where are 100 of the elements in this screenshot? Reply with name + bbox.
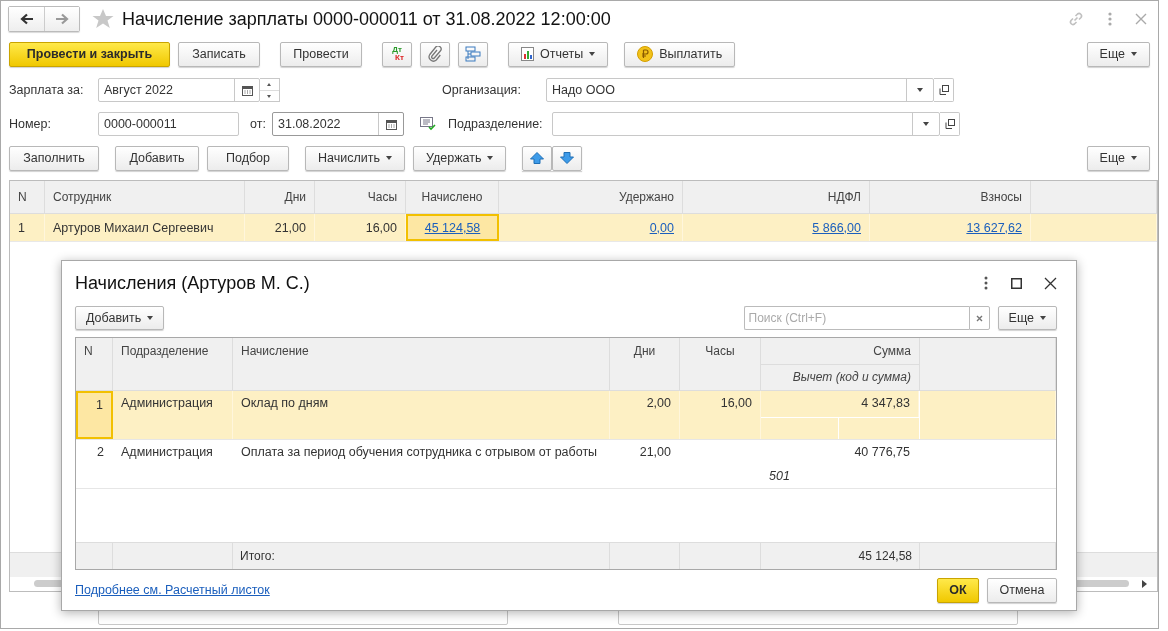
table-cell: Оклад по дням [241,396,329,410]
total-value: 45 124,58 [858,549,912,563]
period-field[interactable]: Август 2022 [98,78,260,102]
field-label: от: [250,117,267,131]
caret-icon [1040,316,1046,320]
clear-button[interactable] [968,306,990,330]
column-header[interactable]: Начисление [233,338,610,390]
column-header[interactable]: Часы [680,338,761,390]
column-header[interactable]: Сотрудник [45,181,245,213]
table-row[interactable]: 2 Администрация Оплата за период обучения сотрудника с отрывом от работы 21,00 40 776,75 501 [76,440,1056,489]
back-arrow-icon [19,13,34,25]
debit-credit-button[interactable]: Дт Кт [382,41,412,67]
down-arrow-icon [560,152,575,164]
amount-link[interactable]: 13 627,62 [966,220,1022,235]
field-label: Номер: [8,117,52,131]
column-header[interactable]: Дни [610,338,680,390]
table-cell: 21,00 [274,220,306,235]
move-down-button[interactable] [552,145,583,171]
coin-icon [637,46,654,62]
forward-arrow-icon [55,13,69,25]
column-header[interactable]: Дни [245,181,315,213]
column-header[interactable]: N [76,338,113,390]
field-label: Организация: [442,83,522,97]
table-cell: Администрация [121,396,213,410]
pick-button[interactable]: Подбор [207,145,289,171]
table-cell: 1 [96,398,103,412]
up-arrow-icon [530,152,545,164]
post-and-close-button[interactable]: Провести и закрыть [9,41,170,67]
more-button[interactable]: Еще [1086,145,1150,171]
column-header[interactable]: Вычет (код и сумма) [761,363,919,390]
table-cell: Администрация [121,445,213,459]
add-button[interactable]: Добавить [75,306,165,330]
move-up-button[interactable] [522,145,553,171]
document-check-icon[interactable] [420,117,436,131]
table-cell: Оплата за период обучения сотрудника с отрывом от работы [241,445,598,459]
window-title: Начисление зарплаты 0000-000011 от 31.08.2022 12:00:00 [122,8,611,30]
column-header[interactable]: N [10,181,45,213]
dialog-title: Начисления (Артуров М. С.) [75,272,310,294]
field-label: Подразделение: [448,117,544,131]
table-cell: 2 [97,445,104,459]
column-header[interactable]: Взносы [870,181,1031,213]
attach-button[interactable] [420,41,450,67]
table-cell: 16,00 [720,396,752,410]
withhold-button[interactable]: Удержать [412,145,507,171]
table-cell: 21,00 [639,445,671,459]
payslip-link[interactable]: Подробнее см. Расчетный листок [75,583,270,597]
add-button[interactable]: Добавить [115,145,199,171]
cancel-button[interactable]: Отмена [987,577,1057,603]
close-icon[interactable] [1044,276,1057,290]
open-button[interactable] [934,78,954,102]
table-row[interactable]: 1 Артуров Михаил Сергеевич 21,00 16,00 45 124,58 0,00 5 866,00 13 627,62 [10,214,1157,242]
caret-icon [147,316,154,320]
date-field[interactable]: 31.08.2022 [272,112,404,136]
back-button[interactable] [9,7,44,31]
star-icon[interactable] [92,8,114,30]
more-button[interactable]: Еще [997,306,1057,330]
table-cell: 2,00 [646,396,671,410]
accrue-button[interactable]: Начислить [305,145,405,171]
open-window-icon [938,85,949,95]
pay-button[interactable]: Выплатить [624,41,736,67]
column-header[interactable]: Часы [315,181,406,213]
organization-field[interactable]: Надо ООО [546,78,934,102]
open-button[interactable] [940,112,960,136]
post-button[interactable]: Провести [280,41,362,67]
table-cell: Артуров Михаил Сергеевич [53,220,214,235]
maximize-icon[interactable] [1011,277,1022,289]
department-field[interactable] [552,112,940,136]
clear-icon [975,314,983,322]
save-button[interactable]: Записать [178,41,260,67]
fill-button[interactable]: Заполнить [9,145,99,171]
caret-icon [1131,156,1137,160]
amount-link[interactable]: 5 866,00 [812,220,861,235]
column-header[interactable]: Удержано [499,181,683,213]
number-field[interactable]: 0000-000011 [98,112,239,136]
caret-icon [1131,52,1137,56]
more-button[interactable]: Еще [1086,41,1150,67]
open-window-icon [944,119,955,129]
reports-button[interactable]: Отчеты [508,41,609,67]
caret-icon [385,156,392,160]
ok-button[interactable]: ОК [937,577,979,603]
calendar-icon[interactable] [241,84,253,96]
paperclip-icon [428,46,442,62]
structure-button[interactable] [458,41,488,67]
caret-icon [487,156,494,160]
spin-control[interactable] [260,78,280,102]
hierarchy-icon [465,46,481,62]
calendar-icon[interactable] [385,118,397,130]
menu-icon[interactable] [983,276,989,290]
column-header[interactable]: Сумма [761,338,919,364]
table-cell: 1 [18,220,25,235]
column-header[interactable]: Начислено [406,181,499,213]
search-field[interactable]: Поиск (Ctrl+F) [743,306,969,330]
column-header[interactable]: Подразделение [113,338,233,390]
column-header[interactable]: НДФЛ [683,181,870,213]
report-icon [521,47,534,61]
field-label: Зарплата за: [8,83,85,97]
amount-link[interactable]: 0,00 [649,220,674,235]
table-cell: 501 [769,469,790,483]
table-cell: 16,00 [365,220,397,235]
table-row[interactable]: 1 Администрация Оклад по дням 2,00 16,00 4 347,83 [76,391,1056,440]
